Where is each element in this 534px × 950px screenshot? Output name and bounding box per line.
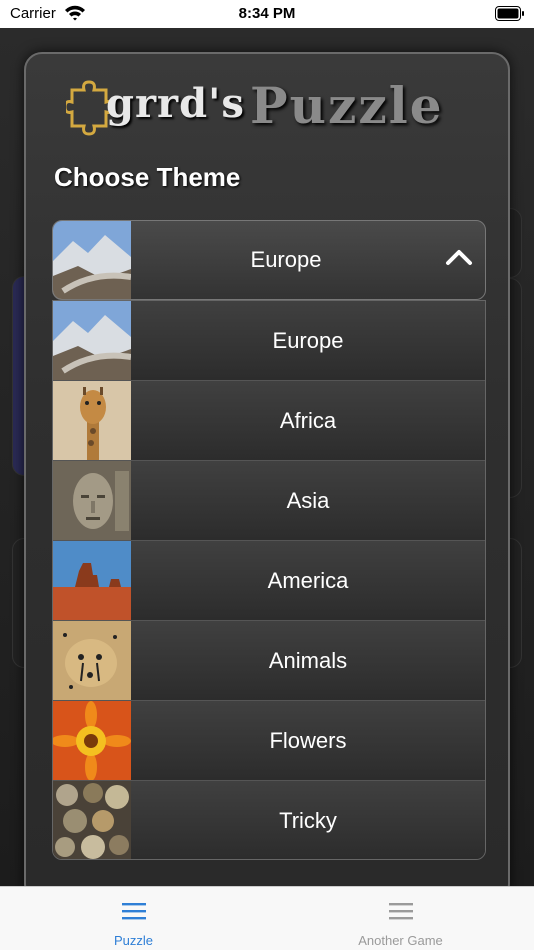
tab-label: Puzzle [113,933,154,948]
tab-puzzle[interactable]: Puzzle [0,887,267,950]
tab-label: Another Game [358,933,443,948]
theme-option-africa[interactable]: Africa [53,381,485,461]
theme-option-europe[interactable]: Europe [53,301,485,381]
theme-option-label: Flowers [269,728,347,753]
theme-option-label: Animals [268,648,348,673]
status-bar: Carrier 8:34 PM [0,0,534,28]
battery-icon [495,6,525,21]
europe-thumbnail [53,301,132,380]
animals-thumbnail [53,621,131,700]
app-logo: grrd's Puzzle [66,76,476,140]
theme-option-america[interactable]: America [53,541,485,621]
chevron-up-icon[interactable] [445,247,473,272]
theme-option-label: Asia [286,488,330,513]
theme-option-animals[interactable]: Animals [53,621,485,701]
clock: 8:34 PM [238,5,296,22]
selected-theme-label: Europe [250,247,322,272]
dialog-title: Choose Theme [54,162,241,192]
theme-dropdown[interactable]: Europe [52,220,486,300]
europe-thumbnail [53,221,132,299]
asia-thumbnail [53,461,131,540]
list-icon [388,901,414,926]
theme-chooser-dialog: grrd's Puzzle Choose Theme Europe Europe… [24,52,510,902]
theme-option-label: Europe [272,328,344,353]
america-thumbnail [53,541,131,620]
africa-thumbnail [53,381,131,460]
theme-option-asia[interactable]: Asia [53,461,485,541]
theme-options-list: Europe Africa Asia America Animals Flowe… [52,300,486,860]
tab-bar: Puzzle Another Game [0,886,534,950]
logo-text-puzzle: Puzzle [250,76,444,135]
tricky-thumbnail [53,781,131,859]
flowers-thumbnail [53,701,131,781]
logo-text-grrds: grrd's [106,80,245,127]
theme-option-tricky[interactable]: Tricky [53,781,485,859]
theme-option-label: America [267,568,349,593]
theme-option-label: Tricky [279,808,337,833]
theme-option-flowers[interactable]: Flowers [53,701,485,781]
list-icon [121,901,147,926]
tab-another-game[interactable]: Another Game [267,887,534,950]
theme-option-label: Africa [279,408,337,433]
